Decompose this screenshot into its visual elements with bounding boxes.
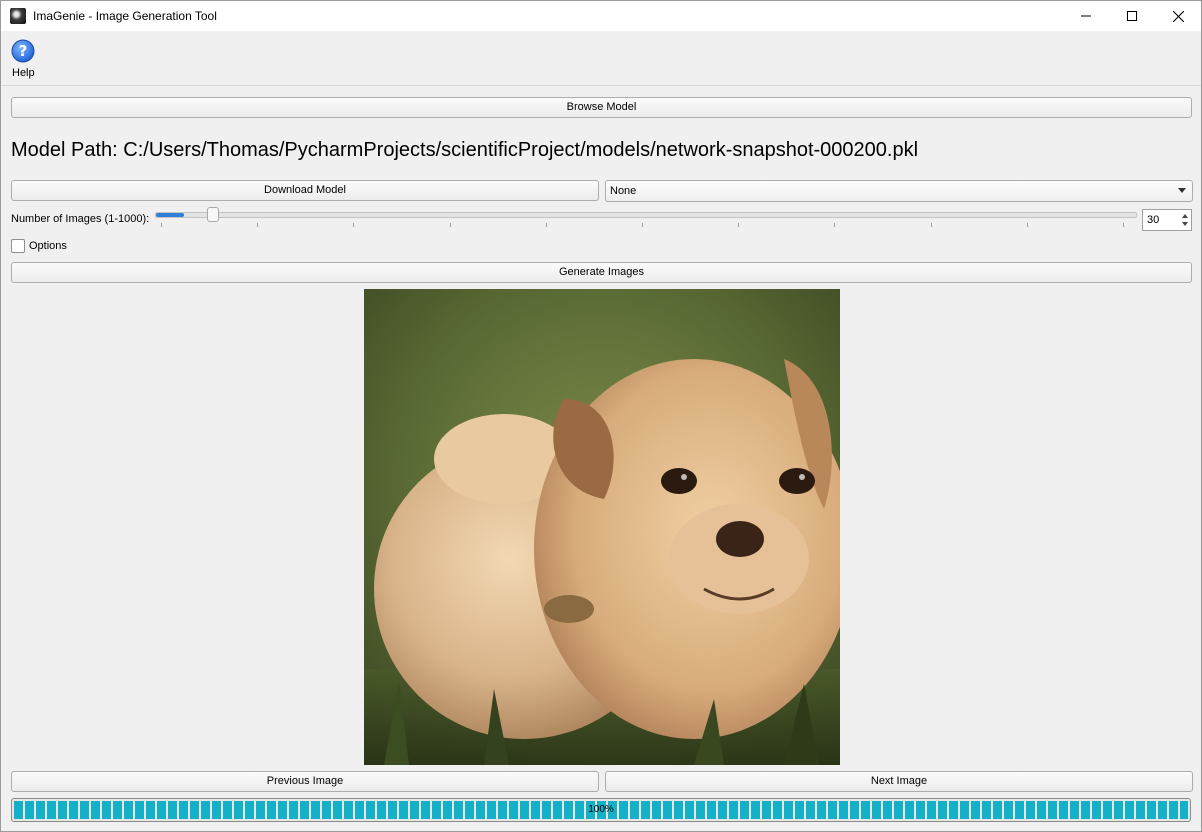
download-model-button[interactable]: Download Model: [11, 180, 599, 201]
image-count-value: 30: [1147, 214, 1160, 226]
options-checkbox[interactable]: [11, 239, 25, 253]
slider-tick: [931, 223, 932, 227]
help-icon[interactable]: ?: [11, 39, 35, 63]
spin-up-icon: [1182, 214, 1188, 218]
image-count-slider[interactable]: [155, 212, 1137, 218]
slider-tick: [1027, 223, 1028, 227]
previous-image-button[interactable]: Previous Image: [11, 771, 599, 792]
generated-puppy-image: [364, 289, 840, 765]
generate-images-button[interactable]: Generate Images: [11, 262, 1192, 283]
slider-tick: [161, 223, 162, 227]
spin-arrows[interactable]: [1179, 210, 1191, 230]
slider-tick: [450, 223, 451, 227]
chevron-down-icon: [1178, 188, 1186, 193]
model-path-label: Model Path: C:/Users/Thomas/PycharmProje…: [11, 139, 919, 161]
spin-down-icon: [1182, 222, 1188, 226]
maximize-icon: [1127, 11, 1137, 21]
slider-tick: [546, 223, 547, 227]
maximize-button[interactable]: [1109, 1, 1155, 31]
close-icon: [1172, 10, 1184, 22]
help-label[interactable]: Help: [12, 67, 35, 79]
progress-bar: 100%: [11, 798, 1191, 822]
slider-tick: [353, 223, 354, 227]
minimize-button[interactable]: [1063, 1, 1109, 31]
svg-text:?: ?: [19, 42, 28, 60]
toolbar: ? Help: [1, 31, 1201, 86]
model-select[interactable]: None: [605, 180, 1193, 202]
slider-tick: [834, 223, 835, 227]
slider-tick: [257, 223, 258, 227]
app-icon: [10, 8, 26, 24]
slider-handle[interactable]: [207, 207, 219, 222]
slider-tick: [642, 223, 643, 227]
close-button[interactable]: [1155, 1, 1201, 31]
options-label[interactable]: Options: [29, 240, 67, 252]
main-window: ImaGenie - Image Generation Tool ? Help …: [0, 0, 1202, 832]
image-count-label: Number of Images (1-1000):: [11, 213, 150, 225]
browse-model-button[interactable]: Browse Model: [11, 97, 1192, 118]
minimize-icon: [1081, 15, 1091, 17]
next-image-button[interactable]: Next Image: [605, 771, 1193, 792]
slider-fill: [156, 213, 184, 217]
slider-tick: [738, 223, 739, 227]
slider-tick: [1123, 223, 1124, 227]
model-select-value: None: [610, 185, 637, 197]
window-title: ImaGenie - Image Generation Tool: [33, 9, 217, 23]
title-bar: ImaGenie - Image Generation Tool: [1, 1, 1201, 31]
generated-image: [364, 289, 840, 765]
progress-text: 100%: [588, 804, 614, 815]
image-count-spinbox[interactable]: 30: [1142, 209, 1192, 231]
